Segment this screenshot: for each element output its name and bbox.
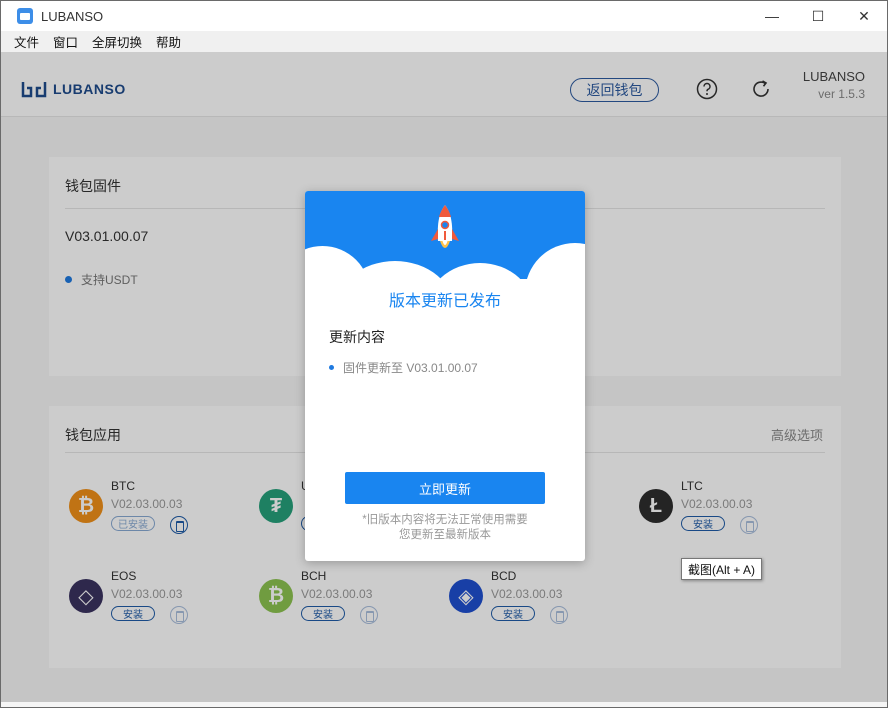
menu-window[interactable]: 窗口 — [46, 32, 85, 51]
close-button[interactable]: ✕ — [841, 1, 887, 31]
wallet-app-icon — [17, 8, 33, 24]
update-now-button[interactable]: 立即更新 — [345, 472, 545, 504]
maximize-button[interactable]: ☐ — [795, 1, 841, 31]
update-list-item: 固件更新至 V03.01.00.07 — [329, 359, 478, 376]
menu-bar: 文件 窗口 全屏切换 帮助 — [1, 31, 887, 52]
update-dialog: 版本更新已发布 更新内容 固件更新至 V03.01.00.07 立即更新 *旧版… — [305, 191, 585, 561]
screenshot-tooltip: 截图(Alt + A) — [681, 558, 763, 580]
menu-help[interactable]: 帮助 — [149, 32, 188, 51]
update-item-text: 固件更新至 V03.01.00.07 — [343, 361, 478, 375]
update-note: *旧版本内容将无法正常使用需要 您更新至最新版本 — [305, 513, 585, 543]
dialog-title: 版本更新已发布 — [388, 293, 501, 310]
note-line-2: 您更新至最新版本 — [399, 529, 491, 541]
menu-fullscreen[interactable]: 全屏切换 — [85, 32, 149, 51]
title-bar: LUBANSO — ☐ ✕ — [1, 1, 887, 31]
note-line-1: *旧版本内容将无法正常使用需要 — [362, 514, 528, 526]
window-title: LUBANSO — [41, 8, 104, 24]
rocket-icon — [431, 205, 459, 248]
update-content-heading: 更新内容 — [329, 329, 385, 345]
bullet-dot — [329, 365, 334, 370]
dialog-hero: 版本更新已发布 — [305, 191, 585, 311]
app-window: LUBANSO — ☐ ✕ 文件 窗口 全屏切换 帮助 LUBANSO 返回钱包 — [0, 0, 888, 708]
minimize-button[interactable]: — — [749, 1, 795, 31]
menu-file[interactable]: 文件 — [7, 32, 46, 51]
